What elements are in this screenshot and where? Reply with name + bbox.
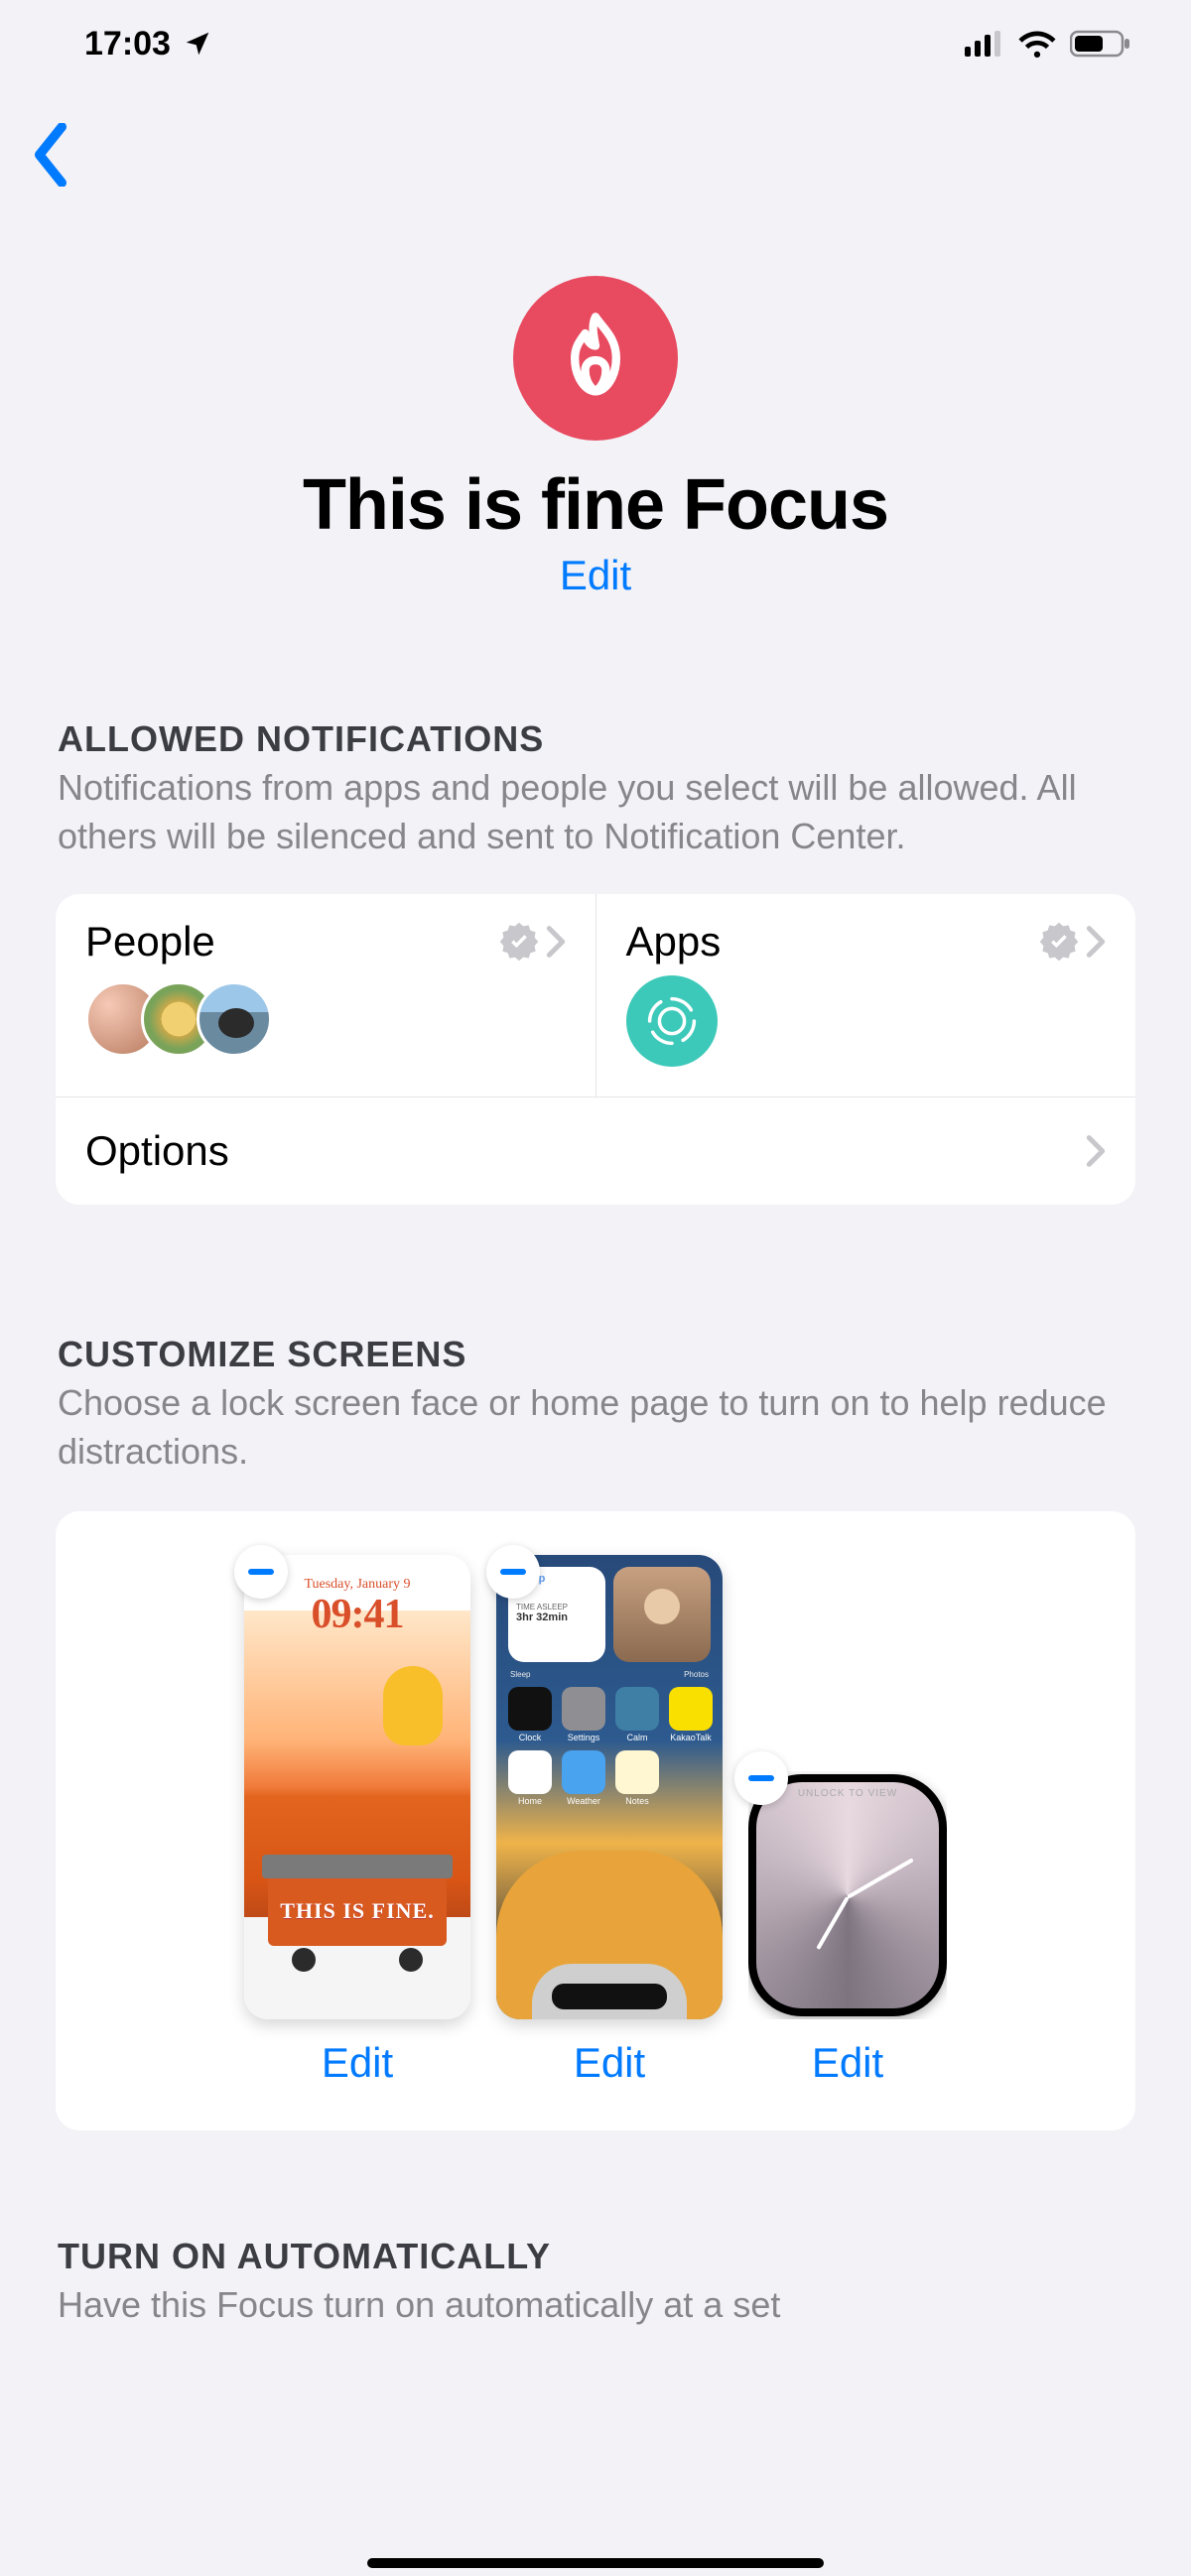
status-badge-icon	[498, 921, 540, 963]
section-title-screens: CUSTOMIZE SCREENS	[58, 1334, 1133, 1375]
watch-face-column: UNLOCK TO VIEW Edit	[748, 1771, 947, 2087]
photos-widget	[613, 1567, 711, 1662]
focus-edit-button[interactable]: Edit	[560, 552, 631, 599]
screens-card: Tuesday, January 9 09:41 THIS IS FINE. E…	[56, 1511, 1135, 2130]
apps-cell[interactable]: Apps	[596, 894, 1136, 1096]
status-time: 17:03	[84, 25, 171, 64]
lock-screen-art-dog	[383, 1666, 443, 1745]
kakaotalk-app-icon	[669, 1687, 713, 1731]
wifi-icon	[1018, 30, 1056, 58]
battery-icon	[1070, 29, 1131, 59]
chevron-right-icon	[1086, 925, 1106, 959]
options-row[interactable]: Options	[56, 1096, 1135, 1205]
allowed-card: People Apps	[56, 894, 1135, 1205]
lock-screen-column: Tuesday, January 9 09:41 THIS IS FINE. E…	[244, 1555, 470, 2087]
minus-icon	[748, 1775, 774, 1781]
section-header-auto: TURN ON AUTOMATICALLY Have this Focus tu…	[0, 2236, 1191, 2344]
section-header-allowed: ALLOWED NOTIFICATIONS Notifications from…	[0, 718, 1191, 874]
people-label: People	[85, 918, 215, 966]
settings-app-icon	[562, 1687, 605, 1731]
cellular-icon	[965, 31, 1004, 57]
people-avatars	[85, 981, 566, 1057]
home-screen-preview[interactable]: Sleep TIME ASLEEP 3hr 32min SleepPhotos …	[496, 1555, 723, 2019]
chevron-right-icon	[1086, 1134, 1106, 1168]
section-desc-screens: Choose a lock screen face or home page t…	[58, 1379, 1133, 1476]
notes-app-icon	[615, 1750, 659, 1794]
chatgpt-app-icon	[626, 975, 718, 1067]
section-title-allowed: ALLOWED NOTIFICATIONS	[58, 718, 1133, 760]
apps-label: Apps	[626, 918, 722, 966]
home-screen-art-glasses	[552, 1984, 667, 2009]
edit-home-screen-button[interactable]: Edit	[574, 2039, 645, 2087]
chevron-right-icon	[546, 925, 566, 959]
home-screen-column: Sleep TIME ASLEEP 3hr 32min SleepPhotos …	[496, 1555, 723, 2087]
status-bar: 17:03	[0, 0, 1191, 87]
minus-icon	[500, 1569, 526, 1575]
remove-watch-face-button[interactable]	[734, 1751, 788, 1805]
home-app-icon	[508, 1750, 552, 1794]
focus-title: This is fine Focus	[303, 464, 888, 546]
location-icon	[183, 29, 212, 59]
nav-bar	[0, 87, 1191, 206]
remove-lock-screen-button[interactable]	[234, 1545, 288, 1599]
calm-app-icon	[615, 1687, 659, 1731]
lock-screen-preview[interactable]: Tuesday, January 9 09:41 THIS IS FINE.	[244, 1555, 470, 2019]
people-cell[interactable]: People	[56, 894, 596, 1096]
home-indicator[interactable]	[367, 2558, 824, 2568]
section-title-auto: TURN ON AUTOMATICALLY	[58, 2236, 1133, 2277]
avatar	[197, 981, 272, 1057]
options-label: Options	[85, 1127, 229, 1175]
section-desc-allowed: Notifications from apps and people you s…	[58, 764, 1133, 860]
focus-header: This is fine Focus Edit	[0, 206, 1191, 599]
section-header-screens: CUSTOMIZE SCREENS Choose a lock screen f…	[0, 1334, 1191, 1489]
edit-lock-screen-button[interactable]: Edit	[322, 2039, 393, 2087]
section-desc-auto: Have this Focus turn on automatically at…	[58, 2281, 1133, 2330]
lock-screen-caption: THIS IS FINE.	[244, 1898, 470, 1924]
flame-icon	[513, 276, 678, 441]
clock-app-icon	[508, 1687, 552, 1731]
back-button[interactable]	[32, 123, 69, 187]
minus-icon	[248, 1569, 274, 1575]
weather-app-icon	[562, 1750, 605, 1794]
status-badge-icon	[1038, 921, 1080, 963]
watch-face-preview[interactable]: UNLOCK TO VIEW	[748, 1771, 947, 2019]
edit-watch-face-button[interactable]: Edit	[812, 2039, 883, 2087]
lock-screen-time: 09:41	[258, 1591, 457, 1638]
remove-home-screen-button[interactable]	[486, 1545, 540, 1599]
